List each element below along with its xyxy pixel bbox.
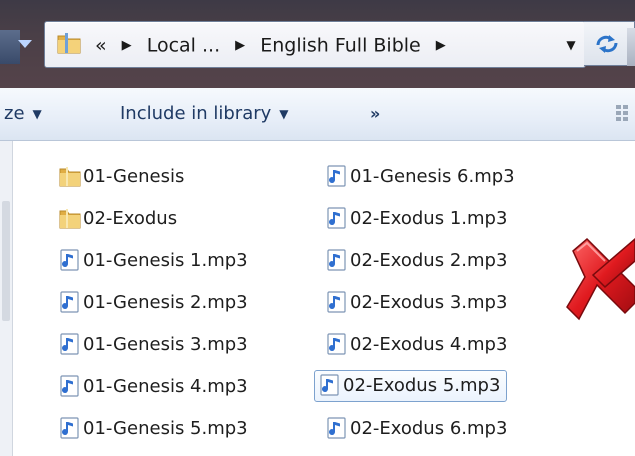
search-box-edge[interactable] (627, 28, 635, 66)
mp3-file-icon (320, 374, 339, 396)
file-name: 01-Genesis (83, 166, 185, 187)
caret-down-icon: ▼ (279, 107, 289, 121)
recent-pages-dropdown-icon[interactable] (18, 40, 32, 48)
file-name: 02-Exodus 2.mp3 (350, 250, 508, 271)
file-name: 01-Genesis 5.mp3 (83, 418, 248, 439)
file-name: 01-Genesis 6.mp3 (350, 166, 515, 187)
mp3-file-icon (60, 333, 79, 355)
chevron-right-icon[interactable]: ▶ (436, 38, 446, 53)
list-item-mp3[interactable]: 01-Genesis 6.mp3 (322, 161, 521, 193)
mp3-file-icon (60, 375, 79, 397)
navigation-pane-edge[interactable] (0, 141, 13, 456)
caret-down-icon: ▼ (32, 107, 42, 121)
mp3-file-icon (60, 417, 79, 439)
more-commands-button[interactable]: » (370, 88, 380, 140)
mp3-file-icon (327, 249, 346, 271)
include-in-library-button[interactable]: Include in library ▼ (120, 88, 289, 140)
address-bar[interactable]: « ▶ Local ... ▶ English Full Bible ▶ ▼ (44, 21, 586, 68)
list-item-mp3[interactable]: 01-Genesis 3.mp3 (55, 329, 254, 361)
list-item-mp3[interactable]: 01-Genesis 4.mp3 (55, 371, 254, 403)
breadcrumb-english-full-bible[interactable]: English Full Bible (260, 35, 421, 57)
list-item-folder[interactable]: 02-Exodus (55, 203, 183, 235)
file-name: 02-Exodus 4.mp3 (350, 334, 508, 355)
organize-label: ze (4, 103, 25, 124)
file-name: 02-Exodus (83, 208, 178, 229)
folder-icon (57, 33, 81, 54)
file-name: 01-Genesis 4.mp3 (83, 376, 248, 397)
refresh-icon (596, 35, 618, 53)
folder-icon (59, 167, 81, 187)
back-forward-edge[interactable] (0, 30, 20, 64)
file-name: 01-Genesis 1.mp3 (83, 250, 248, 271)
list-item-folder[interactable]: 01-Genesis (55, 161, 190, 193)
file-name: 02-Exodus 6.mp3 (350, 418, 508, 439)
list-item-mp3[interactable]: 01-Genesis 5.mp3 (55, 413, 254, 445)
mp3-file-icon (327, 165, 346, 187)
list-item-mp3[interactable]: 01-Genesis 1.mp3 (55, 245, 254, 277)
file-name: 01-Genesis 2.mp3 (83, 292, 248, 313)
mp3-file-icon (60, 291, 79, 313)
mp3-file-icon (327, 333, 346, 355)
list-item-mp3[interactable]: 02-Exodus 4.mp3 (322, 329, 513, 361)
address-history-dropdown-icon[interactable]: ▼ (559, 36, 583, 54)
mp3-file-icon (327, 417, 346, 439)
mp3-file-icon (327, 291, 346, 313)
chevron-right-icon: ▶ (121, 37, 132, 53)
chevron-right-icon[interactable]: ▶ (235, 38, 245, 53)
file-list: 01-Genesis 02-Exodus 01-Genesis 1.mp3 01… (13, 141, 635, 456)
list-item-mp3[interactable]: 02-Exodus 3.mp3 (322, 287, 513, 319)
list-item-mp3[interactable]: 02-Exodus 1.mp3 (322, 203, 513, 235)
list-item-mp3[interactable]: 02-Exodus 2.mp3 (322, 245, 513, 277)
view-options-icon[interactable] (615, 103, 631, 123)
breadcrumb-local[interactable]: Local ... (147, 35, 220, 57)
list-item-mp3-selected[interactable]: 02-Exodus 5.mp3 (314, 370, 508, 402)
file-name: 02-Exodus 1.mp3 (350, 208, 508, 229)
command-toolbar: ze ▼ Include in library ▼ » (0, 88, 635, 141)
file-name: 01-Genesis 3.mp3 (83, 334, 248, 355)
mp3-file-icon (327, 207, 346, 229)
list-item-mp3[interactable]: 02-Exodus 6.mp3 (322, 413, 513, 445)
folder-icon (59, 209, 81, 229)
breadcrumb: « ▶ Local ... ▶ English Full Bible ▶ (95, 33, 455, 57)
include-in-library-label: Include in library (120, 103, 272, 124)
mp3-file-icon (60, 249, 79, 271)
navigation-scrollbar-thumb[interactable] (2, 201, 10, 321)
breadcrumb-overflow[interactable]: « (95, 35, 107, 57)
organize-button[interactable]: ze ▼ (4, 88, 42, 140)
file-name: 02-Exodus 5.mp3 (343, 375, 501, 396)
window-titlebar: « ▶ Local ... ▶ English Full Bible ▶ ▼ (0, 0, 635, 88)
red-x-icon (566, 237, 635, 321)
file-name: 02-Exodus 3.mp3 (350, 292, 508, 313)
list-item-mp3[interactable]: 01-Genesis 2.mp3 (55, 287, 254, 319)
